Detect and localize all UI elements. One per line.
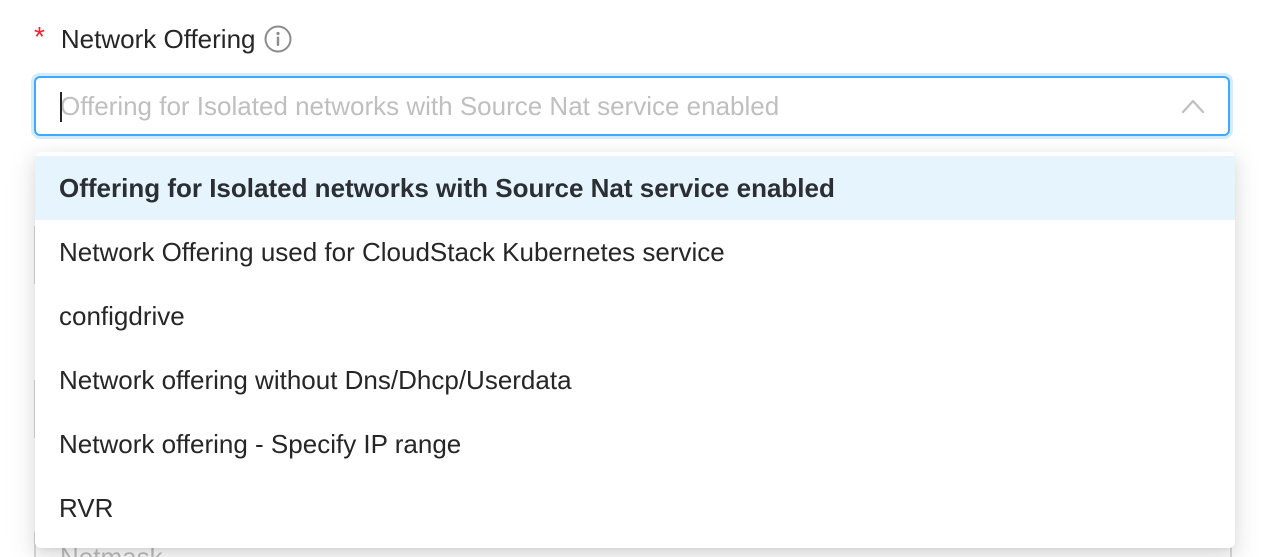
- option-label: RVR: [59, 492, 114, 523]
- info-circle-icon[interactable]: [264, 25, 292, 53]
- network-offering-label: * Network Offering: [34, 20, 292, 58]
- field-label-text: Network Offering: [60, 23, 256, 54]
- required-mark: *: [34, 21, 45, 52]
- chevron-up-icon[interactable]: [1180, 94, 1206, 120]
- page: * Network Offering Netmask Offering for …: [0, 0, 1267, 557]
- option-configdrive[interactable]: configdrive: [35, 284, 1235, 348]
- option-specify-ip-range[interactable]: Network offering - Specify IP range: [35, 412, 1235, 476]
- option-label: configdrive: [59, 300, 185, 331]
- network-offering-select[interactable]: [34, 76, 1230, 136]
- option-without-dns-dhcp-userdata[interactable]: Network offering without Dns/Dhcp/Userda…: [35, 348, 1235, 412]
- option-label: Network offering without Dns/Dhcp/Userda…: [59, 364, 572, 395]
- option-cloudstack-kubernetes[interactable]: Network Offering used for CloudStack Kub…: [35, 220, 1235, 284]
- option-isolated-source-nat[interactable]: Offering for Isolated networks with Sour…: [35, 156, 1235, 220]
- network-offering-search-input[interactable]: [60, 78, 1160, 134]
- text-cursor: [60, 92, 62, 122]
- network-offering-dropdown: Offering for Isolated networks with Sour…: [35, 152, 1235, 548]
- option-label: Network offering - Specify IP range: [59, 428, 462, 459]
- option-rvr[interactable]: RVR: [35, 476, 1235, 540]
- option-label: Network Offering used for CloudStack Kub…: [59, 236, 725, 267]
- option-label: Offering for Isolated networks with Sour…: [59, 172, 835, 203]
